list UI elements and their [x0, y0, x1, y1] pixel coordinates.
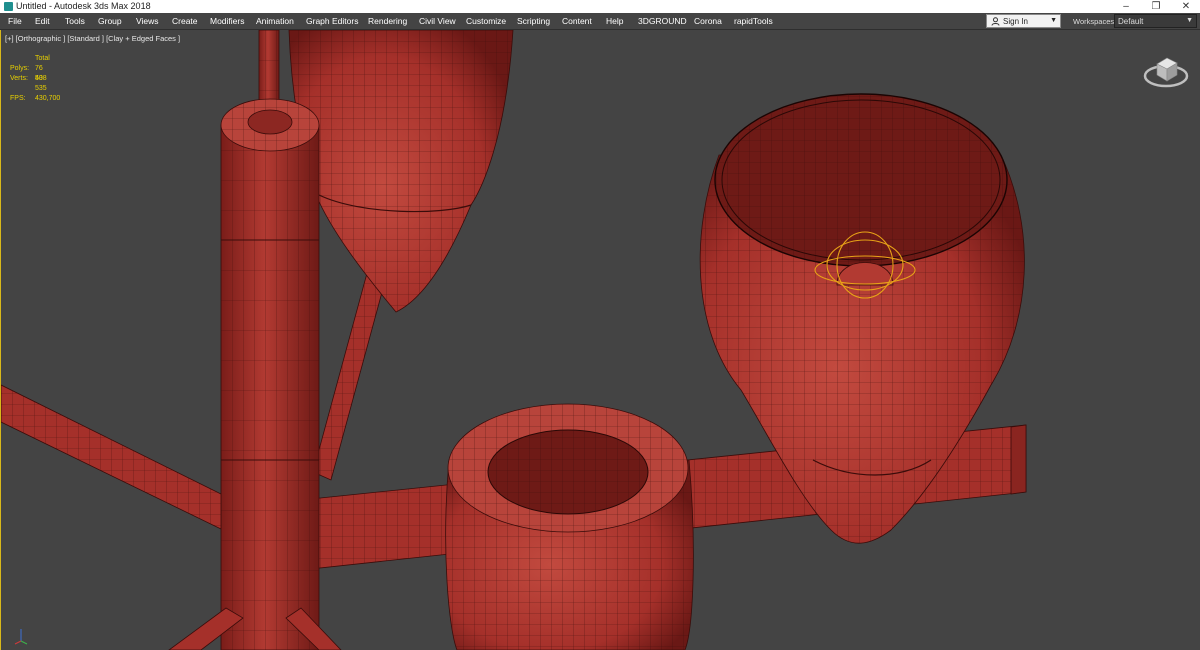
axis-tripod-icon [14, 629, 28, 645]
menu-content[interactable]: Content [562, 16, 592, 26]
viewport-label[interactable]: [+] [Orthographic ] [Standard ] [Clay + … [5, 34, 180, 43]
chevron-down-icon: ▼ [1186, 17, 1193, 24]
workspaces-value: Default [1118, 17, 1144, 26]
arm-left[interactable] [1, 384, 224, 531]
sign-in-label: Sign In [1003, 17, 1028, 26]
menu-file[interactable]: File [8, 16, 22, 26]
menu-modifiers[interactable]: Modifiers [210, 16, 244, 26]
stats-total-label: Total [35, 55, 50, 62]
menu-help[interactable]: Help [606, 16, 623, 26]
top-vessel[interactable] [288, 30, 514, 313]
chevron-down-icon: ▼ [1050, 17, 1057, 24]
app-icon [4, 2, 13, 11]
menu-scripting[interactable]: Scripting [517, 16, 550, 26]
workspaces-label: Workspaces: [1073, 17, 1117, 26]
sign-in-dropdown[interactable]: Sign In ▼ [986, 14, 1061, 28]
menu-graph-editors[interactable]: Graph Editors [306, 16, 358, 26]
stats-verts-label: Verts: [10, 75, 28, 82]
main-column[interactable] [220, 98, 320, 650]
menu-tools[interactable]: Tools [65, 16, 85, 26]
menu-create[interactable]: Create [172, 16, 198, 26]
menu-edit[interactable]: Edit [35, 16, 50, 26]
menu-rapidtools[interactable]: rapidTools [734, 16, 773, 26]
stats-polys-label: Polys: [10, 65, 30, 72]
menu-3dground[interactable]: 3DGROUND [638, 16, 687, 26]
close-button[interactable]: ✕ [1172, 0, 1200, 13]
stats-verts-value: 40 535 [35, 75, 47, 92]
minimize-button[interactable]: – [1112, 0, 1140, 13]
user-icon [991, 17, 1000, 26]
stats-fps-value: 430,700 [35, 95, 61, 102]
bottom-center-cup[interactable] [445, 403, 694, 650]
menu-group[interactable]: Group [98, 16, 122, 26]
stats-fps-label: FPS: [10, 95, 26, 102]
menu-corona[interactable]: Corona [694, 16, 722, 26]
menu-animation[interactable]: Animation [256, 16, 294, 26]
restore-button[interactable]: ❐ [1142, 0, 1170, 13]
viewcube-icon[interactable] [1143, 50, 1189, 90]
viewport-scene [1, 30, 1027, 650]
menu-views[interactable]: Views [136, 16, 159, 26]
menu-rendering[interactable]: Rendering [368, 16, 407, 26]
menu-customize[interactable]: Customize [466, 16, 506, 26]
menu-civil-view[interactable]: Civil View [419, 16, 456, 26]
workspaces-dropdown[interactable]: Default ▼ [1114, 14, 1197, 28]
window-title: Untitled - Autodesk 3ds Max 2018 [16, 1, 151, 11]
title-bar: Untitled - Autodesk 3ds Max 2018 – ❐ ✕ [0, 0, 1200, 13]
perspective-viewport[interactable]: [+] [Orthographic ] [Standard ] [Clay + … [0, 30, 1200, 650]
